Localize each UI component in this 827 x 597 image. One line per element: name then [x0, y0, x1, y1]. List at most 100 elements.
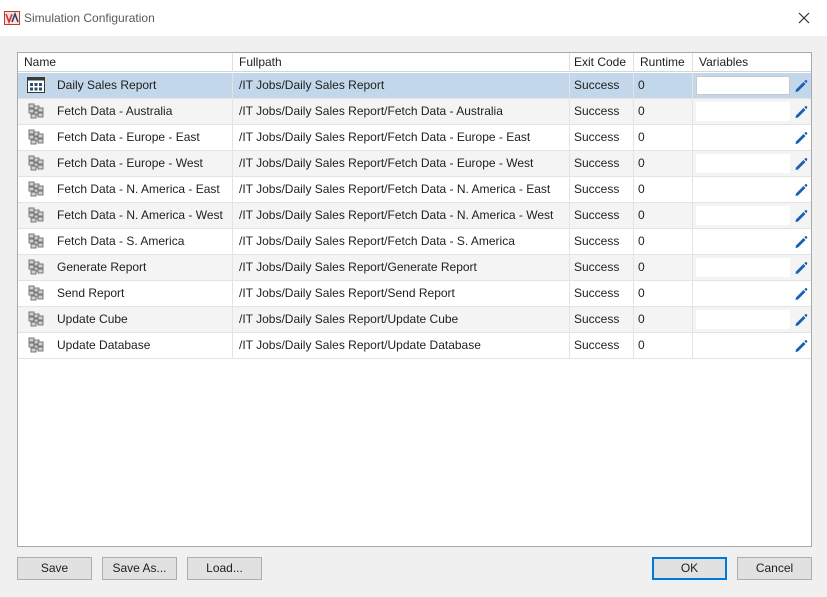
- pencil-icon[interactable]: [793, 260, 809, 276]
- variables-cell: [693, 99, 811, 124]
- column-header-runtime[interactable]: Runtime: [634, 53, 693, 72]
- table-row[interactable]: Daily Sales Report/IT Jobs/Daily Sales R…: [18, 73, 811, 99]
- column-header-fullpath[interactable]: Fullpath: [233, 53, 570, 72]
- variables-cell: [693, 203, 811, 228]
- pencil-icon[interactable]: [793, 208, 809, 224]
- variables-input[interactable]: [696, 206, 790, 225]
- column-header-variables[interactable]: Variables: [693, 53, 811, 72]
- exit-code-cell[interactable]: Success: [570, 333, 634, 358]
- close-button[interactable]: [790, 5, 818, 31]
- pencil-icon[interactable]: [793, 104, 809, 120]
- jobs-grid[interactable]: Name Fullpath Exit Code Runtime Variable…: [17, 52, 812, 547]
- pencil-icon[interactable]: [793, 234, 809, 250]
- load-button[interactable]: Load...: [187, 557, 262, 580]
- variables-input[interactable]: [696, 102, 790, 121]
- table-row[interactable]: Fetch Data - Australia/IT Jobs/Daily Sal…: [18, 99, 811, 125]
- variables-input[interactable]: [696, 310, 790, 329]
- runtime-cell[interactable]: 0: [634, 229, 693, 254]
- job-name: Generate Report: [57, 260, 147, 274]
- column-header-name[interactable]: Name: [18, 53, 233, 72]
- name-cell[interactable]: Update Database: [18, 333, 233, 358]
- fullpath-cell: /IT Jobs/Daily Sales Report/Fetch Data -…: [233, 99, 570, 124]
- variables-cell: [693, 125, 811, 150]
- fullpath-cell: /IT Jobs/Daily Sales Report/Fetch Data -…: [233, 229, 570, 254]
- table-row[interactable]: Fetch Data - Europe - East/IT Jobs/Daily…: [18, 125, 811, 151]
- runtime-cell[interactable]: 0: [634, 99, 693, 124]
- runtime-cell[interactable]: 0: [634, 255, 693, 280]
- variables-input[interactable]: [696, 232, 790, 251]
- pencil-icon[interactable]: [793, 182, 809, 198]
- exit-code-cell[interactable]: Success: [570, 73, 634, 98]
- runtime-cell[interactable]: 0: [634, 281, 693, 306]
- window-title: Simulation Configuration: [24, 11, 155, 25]
- job-name: Daily Sales Report: [57, 78, 157, 92]
- ok-button[interactable]: OK: [652, 557, 727, 580]
- app-logo-icon: [4, 11, 20, 25]
- exit-code-cell[interactable]: Success: [570, 99, 634, 124]
- name-cell[interactable]: Fetch Data - Europe - East: [18, 125, 233, 150]
- save-as-button[interactable]: Save As...: [102, 557, 177, 580]
- table-row[interactable]: Fetch Data - N. America - West/IT Jobs/D…: [18, 203, 811, 229]
- runtime-cell[interactable]: 0: [634, 151, 693, 176]
- name-cell[interactable]: Fetch Data - N. America - West: [18, 203, 233, 228]
- pencil-icon[interactable]: [793, 312, 809, 328]
- variables-input[interactable]: [696, 258, 790, 277]
- close-icon: [798, 12, 810, 24]
- exit-code-cell[interactable]: Success: [570, 255, 634, 280]
- variables-input[interactable]: [696, 180, 790, 199]
- table-row[interactable]: Fetch Data - S. America/IT Jobs/Daily Sa…: [18, 229, 811, 255]
- pencil-icon[interactable]: [793, 78, 809, 94]
- table-row[interactable]: Fetch Data - N. America - East/IT Jobs/D…: [18, 177, 811, 203]
- name-cell[interactable]: Fetch Data - Europe - West: [18, 151, 233, 176]
- exit-code-cell[interactable]: Success: [570, 307, 634, 332]
- title-bar: Simulation Configuration: [0, 0, 827, 36]
- job-stack-icon: [27, 155, 45, 171]
- job-stack-icon: [27, 337, 45, 353]
- variables-input[interactable]: [696, 154, 790, 173]
- name-cell[interactable]: Update Cube: [18, 307, 233, 332]
- name-cell[interactable]: Generate Report: [18, 255, 233, 280]
- runtime-cell[interactable]: 0: [634, 333, 693, 358]
- name-cell[interactable]: Fetch Data - Australia: [18, 99, 233, 124]
- fullpath-cell: /IT Jobs/Daily Sales Report/Fetch Data -…: [233, 125, 570, 150]
- table-row[interactable]: Update Cube/IT Jobs/Daily Sales Report/U…: [18, 307, 811, 333]
- fullpath-cell: /IT Jobs/Daily Sales Report/Update Cube: [233, 307, 570, 332]
- runtime-cell[interactable]: 0: [634, 307, 693, 332]
- table-row[interactable]: Fetch Data - Europe - West/IT Jobs/Daily…: [18, 151, 811, 177]
- pencil-icon[interactable]: [793, 338, 809, 354]
- exit-code-cell[interactable]: Success: [570, 151, 634, 176]
- cancel-button[interactable]: Cancel: [737, 557, 812, 580]
- fullpath-cell: /IT Jobs/Daily Sales Report/Update Datab…: [233, 333, 570, 358]
- pencil-icon[interactable]: [793, 130, 809, 146]
- exit-code-cell[interactable]: Success: [570, 281, 634, 306]
- variables-cell: [693, 255, 811, 280]
- fullpath-cell: /IT Jobs/Daily Sales Report/Fetch Data -…: [233, 151, 570, 176]
- name-cell[interactable]: Fetch Data - S. America: [18, 229, 233, 254]
- job-stack-icon: [27, 311, 45, 327]
- table-row[interactable]: Generate Report/IT Jobs/Daily Sales Repo…: [18, 255, 811, 281]
- pencil-icon[interactable]: [793, 286, 809, 302]
- column-header-exit-code[interactable]: Exit Code: [570, 53, 634, 72]
- pencil-icon[interactable]: [793, 156, 809, 172]
- job-name: Update Database: [57, 338, 151, 352]
- variables-input[interactable]: [696, 128, 790, 147]
- name-cell[interactable]: Fetch Data - N. America - East: [18, 177, 233, 202]
- table-row[interactable]: Update Database/IT Jobs/Daily Sales Repo…: [18, 333, 811, 359]
- exit-code-cell[interactable]: Success: [570, 177, 634, 202]
- fullpath-cell: /IT Jobs/Daily Sales Report/Fetch Data -…: [233, 203, 570, 228]
- runtime-cell[interactable]: 0: [634, 203, 693, 228]
- variables-input[interactable]: [696, 76, 790, 95]
- variables-input[interactable]: [696, 284, 790, 303]
- save-button[interactable]: Save: [17, 557, 92, 580]
- table-row[interactable]: Send Report/IT Jobs/Daily Sales Report/S…: [18, 281, 811, 307]
- runtime-cell[interactable]: 0: [634, 177, 693, 202]
- exit-code-cell[interactable]: Success: [570, 203, 634, 228]
- name-cell[interactable]: Daily Sales Report: [18, 73, 233, 98]
- runtime-cell[interactable]: 0: [634, 125, 693, 150]
- variables-input[interactable]: [696, 336, 790, 355]
- exit-code-cell[interactable]: Success: [570, 229, 634, 254]
- variables-cell: [693, 73, 811, 98]
- name-cell[interactable]: Send Report: [18, 281, 233, 306]
- exit-code-cell[interactable]: Success: [570, 125, 634, 150]
- runtime-cell[interactable]: 0: [634, 73, 693, 98]
